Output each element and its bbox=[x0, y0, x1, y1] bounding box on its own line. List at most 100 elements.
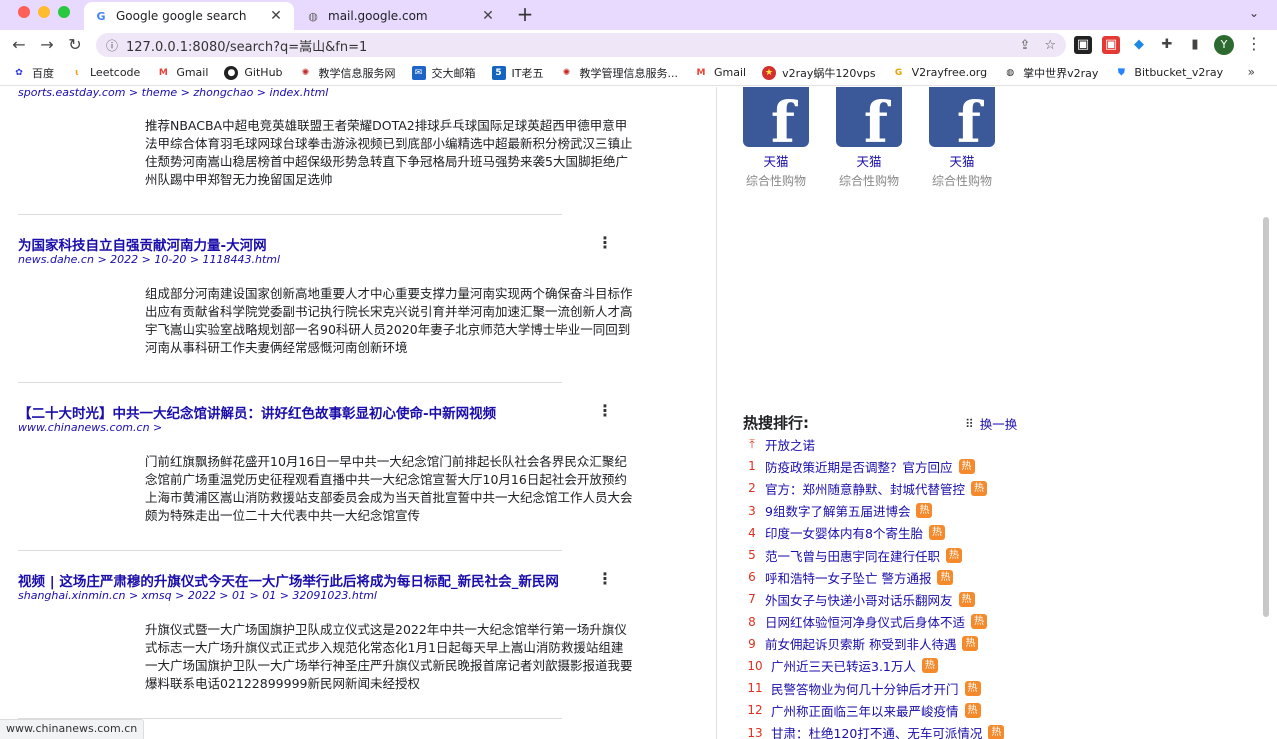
forward-arrow-icon[interactable]: → bbox=[36, 34, 58, 56]
bookmark-item[interactable]: ◍ 掌中世界v2ray bbox=[1003, 65, 1098, 81]
hot-item[interactable]: 9 前女佣起诉贝索斯 称受到非人待遇热 bbox=[745, 633, 1045, 655]
back-arrow-icon[interactable]: ← bbox=[8, 34, 30, 56]
result-url[interactable]: shanghai.xinmin.cn > xmsq > 2022 > 01 > … bbox=[18, 589, 377, 602]
facebook-icon: f bbox=[743, 87, 809, 147]
result-more-icon[interactable]: ⋮ bbox=[597, 401, 613, 420]
hot-item[interactable]: 12 广州称正面临三年以来最严峻疫情热 bbox=[745, 699, 1045, 721]
tab-title: Google google search bbox=[116, 9, 247, 23]
address-bar[interactable]: ⓘ 127.0.0.1:8080/search?q=嵩山&fn=1 ⇪ ☆ bbox=[96, 33, 1066, 57]
mail-icon: ✉ bbox=[411, 65, 426, 80]
result-title-link[interactable]: 为国家科技自立自强贡献河南力量-大河网 bbox=[18, 234, 267, 254]
result-title-link[interactable]: 视频 | 这场庄严肃穆的升旗仪式今天在一大广场举行此后将成为每日标配_新民社会_… bbox=[18, 570, 559, 590]
share-icon[interactable]: ⇪ bbox=[1019, 38, 1030, 53]
hot-item[interactable]: 13 甘肃：杜绝120打不通、无车可派情况热 bbox=[745, 721, 1045, 739]
hot-item[interactable]: 10 广州近三天已转运3.1万人热 bbox=[745, 655, 1045, 677]
v2ray-icon: G bbox=[894, 67, 903, 78]
result-more-icon[interactable]: ⋮ bbox=[597, 569, 613, 588]
result-url[interactable]: news.dahe.cn > 2022 > 10-20 > 1118443.ht… bbox=[18, 253, 280, 266]
card-desc: 综合性购物 bbox=[745, 174, 806, 188]
hot-item[interactable]: 5 范一飞曾与田惠宇同在建行任职热 bbox=[745, 544, 1045, 566]
extension-icon[interactable]: ▣ bbox=[1074, 36, 1092, 54]
bookmark-item[interactable]: G V2rayfree.org bbox=[892, 66, 987, 80]
hot-search-list: ⤒ 开放之诺 1 防疫政策近期是否调整？官方回应热 2 官方：郑州随意静默、封城代替… bbox=[745, 433, 1045, 739]
extension-icon[interactable]: ◆ bbox=[1130, 36, 1148, 54]
bookmark-item[interactable]: ✉ 交大邮箱 bbox=[411, 65, 476, 81]
facebook-icon: f bbox=[929, 87, 995, 147]
card-desc: 综合性购物 bbox=[838, 174, 899, 188]
refresh-hot-button[interactable]: ⠿ 换一换 bbox=[965, 414, 1017, 433]
result-snippet: 升旗仪式暨一大广场国旗护卫队成立仪式这是2022年中共一大纪念馆举行第一场升旗仪… bbox=[145, 622, 633, 691]
result-divider bbox=[18, 382, 562, 383]
grid-icon: ⠿ bbox=[965, 416, 974, 431]
address-url[interactable]: 127.0.0.1:8080/search?q=嵩山&fn=1 bbox=[126, 36, 1005, 55]
tab-strip: G Google google search ✕ ◍ mail.google.c… bbox=[0, 0, 1277, 30]
browser-menu-icon[interactable]: ⋮ bbox=[1246, 34, 1262, 53]
result-url[interactable]: www.chinanews.com.cn > bbox=[18, 421, 162, 434]
result-snippet: 推荐NBACBA中超电竞英雄联盟王者荣耀DOTA2排球乒乓球国际足球英超西甲德甲… bbox=[145, 118, 633, 187]
reload-icon[interactable]: ↻ bbox=[64, 34, 86, 56]
paw-icon: ✿ bbox=[15, 67, 23, 78]
card-name[interactable]: 天猫 bbox=[922, 151, 1002, 170]
card-name[interactable]: 天猫 bbox=[829, 151, 909, 170]
tab-mail[interactable]: ◍ mail.google.com ✕ bbox=[296, 2, 506, 30]
result-divider bbox=[18, 214, 562, 215]
close-tab-icon[interactable]: ✕ bbox=[480, 8, 496, 24]
site-card[interactable]: f 天猫 综合性购物 bbox=[922, 87, 1002, 189]
bookmark-item[interactable]: 5 IT老五 bbox=[491, 65, 544, 81]
hot-badge: 热 bbox=[988, 725, 1005, 739]
hot-item[interactable]: 4 印度一女婴体内有8个寄生胎热 bbox=[745, 522, 1045, 544]
bookmark-item[interactable]: ✿ 百度 bbox=[12, 65, 54, 81]
bookmarks-bar: ✿ 百度 ɩ Leetcode M Gmail ● GitHub ✺ 教学信息服务网 ✉ 交… bbox=[0, 60, 1277, 86]
page-content: sports.eastday.com > theme > zhongchao >… bbox=[0, 87, 1277, 739]
bookmark-item[interactable]: M Gmail bbox=[694, 66, 747, 80]
hot-item[interactable]: 7 外国女子与快递小哥对话乐翻网友热 bbox=[745, 588, 1045, 610]
hot-item[interactable]: 8 日网红体验恒河净身仪式后身体不适热 bbox=[745, 611, 1045, 633]
new-tab-button[interactable]: + bbox=[514, 4, 536, 26]
hot-pinned-item[interactable]: ⤒ 开放之诺 bbox=[745, 433, 1045, 455]
bookmark-item[interactable]: M Gmail bbox=[156, 66, 209, 80]
bookmark-star-icon[interactable]: ☆ bbox=[1044, 38, 1056, 53]
side-panel-icon[interactable]: ▮ bbox=[1186, 36, 1204, 54]
hot-item[interactable]: 3 9组数字了解第五届进博会热 bbox=[745, 500, 1045, 522]
hot-item[interactable]: 11 民警答物业为何几十分钟后才开门热 bbox=[745, 677, 1045, 699]
seal-icon: ✺ bbox=[562, 67, 571, 78]
hot-item[interactable]: 6 呼和浩特一女子坠亡 警方通报热 bbox=[745, 566, 1045, 588]
puzzle-icon[interactable]: ✚ bbox=[1158, 36, 1176, 54]
scrollbar-thumb[interactable] bbox=[1263, 217, 1269, 617]
result-url[interactable]: sports.eastday.com > theme > zhongchao >… bbox=[18, 87, 328, 99]
minimize-window-button[interactable] bbox=[38, 6, 50, 18]
result-title-link[interactable]: 【二十大时光】中共一大纪念馆讲解员：讲好红色故事彰显初心使命-中新网视频 bbox=[18, 402, 496, 422]
hot-badge: 热 bbox=[921, 658, 938, 674]
extension-icon[interactable]: ▣ bbox=[1102, 36, 1120, 54]
hot-item[interactable]: 1 防疫政策近期是否调整？官方回应热 bbox=[745, 455, 1045, 477]
site-card[interactable]: f 天猫 综合性购物 bbox=[829, 87, 909, 189]
bookmark-item[interactable]: ⛊ Bitbucket_v2ray bbox=[1114, 66, 1223, 80]
browser-toolbar: ← → ↻ ⓘ 127.0.0.1:8080/search?q=嵩山&fn=1 … bbox=[0, 30, 1277, 60]
bookmark-item[interactable]: ✺ 教学管理信息服务... bbox=[560, 65, 678, 81]
tab-google-search[interactable]: G Google google search ✕ bbox=[84, 2, 294, 30]
close-tab-icon[interactable]: ✕ bbox=[268, 8, 284, 24]
globe-icon: ◍ bbox=[308, 9, 318, 23]
hot-badge: 热 bbox=[964, 702, 981, 718]
chevron-down-icon[interactable]: ⌄ bbox=[1249, 6, 1259, 20]
gmail-icon: M bbox=[696, 67, 706, 78]
card-name[interactable]: 天猫 bbox=[736, 151, 816, 170]
bookmark-item[interactable]: ★ v2ray蜗牛120vps bbox=[762, 65, 876, 81]
gmail-icon: M bbox=[158, 67, 168, 78]
hot-badge: 热 bbox=[964, 680, 981, 696]
avatar[interactable]: Y bbox=[1214, 35, 1234, 55]
leetcode-icon: ɩ bbox=[75, 67, 79, 78]
card-desc: 综合性购物 bbox=[931, 174, 992, 188]
bookmark-item[interactable]: ● GitHub bbox=[224, 65, 283, 80]
result-more-icon[interactable]: ⋮ bbox=[597, 233, 613, 252]
bookmark-item[interactable]: ɩ Leetcode bbox=[70, 66, 140, 80]
hot-badge: 热 bbox=[958, 591, 975, 607]
maximize-window-button[interactable] bbox=[58, 6, 70, 18]
bookmark-item[interactable]: ✺ 教学信息服务网 bbox=[299, 65, 396, 81]
close-window-button[interactable] bbox=[18, 6, 30, 18]
hot-item[interactable]: 2 官方：郑州随意静默、封城代替管控热 bbox=[745, 477, 1045, 499]
site-card[interactable]: f 天猫 综合性购物 bbox=[736, 87, 816, 189]
hot-search-title: 热搜排行: bbox=[743, 414, 809, 432]
site-info-icon[interactable]: ⓘ bbox=[106, 37, 118, 54]
more-bookmarks-icon[interactable]: » bbox=[1248, 65, 1255, 79]
